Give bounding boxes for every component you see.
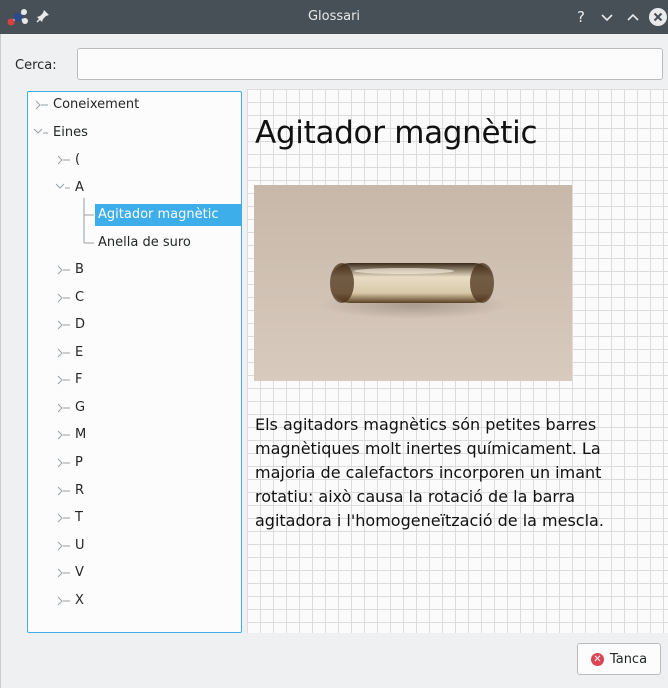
- tree-item-e[interactable]: E: [72, 342, 86, 364]
- tree-expander-icon: [57, 458, 63, 468]
- glossary-tree[interactable]: Coneixement Eines ( A Agitador magnètic …: [27, 91, 242, 633]
- tree-item-agitador-magnetic[interactable]: Agitador magnètic: [95, 204, 241, 226]
- tree-item-eines[interactable]: Eines: [50, 122, 91, 144]
- tree-item-t[interactable]: T: [72, 507, 86, 529]
- tree-expander-icon: [57, 568, 63, 578]
- maximize-icon[interactable]: [623, 7, 643, 27]
- entry-title: Agitador magnètic: [255, 115, 538, 151]
- tree-expander-icon: [57, 293, 63, 303]
- tree-item-m[interactable]: M: [72, 424, 89, 446]
- tree-expander-icon: [57, 348, 63, 358]
- help-icon[interactable]: ?: [571, 7, 591, 27]
- tree-item-u[interactable]: U: [72, 535, 88, 557]
- tree-item-p[interactable]: P: [72, 452, 86, 474]
- tree-item-b[interactable]: B: [72, 259, 87, 281]
- close-button-label: Tanca: [609, 651, 648, 667]
- entry-description: Els agitadors magnètics són petites barr…: [255, 415, 604, 530]
- window-title: Glossari: [307, 9, 361, 24]
- window-border: [0, 34, 1, 688]
- tree-expander-icon: [57, 403, 63, 413]
- tree-item-paren[interactable]: (: [72, 149, 83, 171]
- entry-view: Agitador magnètic Els agitadors magnètic…: [247, 89, 668, 633]
- tree-item-g[interactable]: G: [72, 397, 88, 419]
- tree-connector-lines: [33, 100, 94, 606]
- svg-text:?: ?: [577, 8, 585, 26]
- tree-item-r[interactable]: R: [72, 480, 87, 502]
- tree-item-f[interactable]: F: [72, 369, 85, 391]
- tree-expander-icon: [57, 265, 63, 275]
- minimize-icon[interactable]: [597, 7, 617, 27]
- close-icon: ✕: [590, 652, 604, 666]
- search-label: Cerca:: [15, 58, 57, 73]
- title-bar: Glossari ?: [0, 0, 668, 34]
- tree-expander-icon: [57, 541, 63, 551]
- close-window-icon[interactable]: [648, 7, 668, 27]
- tree-expander-icon: [57, 320, 63, 330]
- tree-expander-icon: [57, 596, 63, 606]
- tree-item-coneixement[interactable]: Coneixement: [50, 94, 142, 116]
- entry-photo: [254, 185, 572, 381]
- tree-expander-icon: [57, 430, 63, 440]
- tree-item-a[interactable]: A: [72, 177, 87, 199]
- close-button[interactable]: ✕ Tanca: [577, 643, 661, 675]
- tree-item-anella-de-suro[interactable]: Anella de suro: [95, 232, 194, 254]
- tree-item-c[interactable]: C: [72, 287, 87, 309]
- tree-expander-icon: [57, 375, 63, 385]
- tree-item-v[interactable]: V: [72, 562, 87, 584]
- tree-item-d[interactable]: D: [72, 314, 88, 336]
- search-input[interactable]: [77, 48, 663, 80]
- tree-expander-icon: [57, 513, 63, 523]
- tree-expander-icon: [57, 486, 63, 496]
- tree-item-x[interactable]: X: [72, 590, 87, 612]
